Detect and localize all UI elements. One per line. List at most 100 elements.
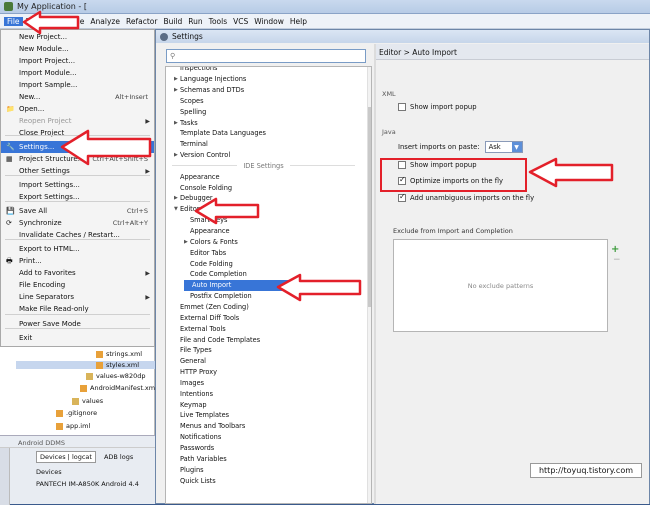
settings-tree-item[interactable]: HTTP Proxy <box>174 367 217 378</box>
menu-file[interactable]: File <box>4 16 23 26</box>
settings-tree-item[interactable]: General <box>174 356 206 367</box>
settings-tree-item[interactable]: Keymap <box>174 399 207 410</box>
file-icon <box>56 409 63 417</box>
device-row[interactable]: PANTECH IM-A850K Android 4.4 <box>0 478 155 490</box>
settings-tree-item[interactable]: Notifications <box>174 432 221 443</box>
file-menu-item-import-module[interactable]: Import Module... <box>1 67 154 79</box>
settings-tree-item[interactable]: ▶ Debugger <box>174 193 213 204</box>
settings-tree-item[interactable]: Smart Keys <box>184 215 227 226</box>
menu-help[interactable]: Help <box>287 17 310 26</box>
add-pattern-button[interactable]: + <box>611 244 619 255</box>
settings-tree-item[interactable]: File and Code Templates <box>174 334 260 345</box>
settings-tree-item[interactable]: Appearance <box>174 172 220 183</box>
file-menu-item-file-encoding[interactable]: File Encoding <box>1 279 154 291</box>
settings-tree-item[interactable]: Appearance <box>184 226 230 237</box>
exclude-patterns-list[interactable]: No exclude patterns <box>393 239 608 332</box>
menu-run[interactable]: Run <box>185 17 205 26</box>
file-menu-item-print[interactable]: 🖶 Print... <box>1 255 154 267</box>
menu-item-label: Power Save Mode <box>19 320 81 328</box>
file-menu-item-save-all[interactable]: 💾 Save All Ctrl+S <box>1 205 154 217</box>
file-menu-item-import-project[interactable]: Import Project... <box>1 55 154 67</box>
project-tree-item[interactable]: styles.xml <box>16 361 170 369</box>
tab-devices-logcat[interactable]: Devices | logcat <box>36 451 96 463</box>
settings-tree-item[interactable]: Code Completion <box>184 269 247 280</box>
menu-item-label: Other Settings <box>19 167 70 175</box>
settings-tree-item[interactable]: Menus and Toolbars <box>174 421 245 432</box>
tab-adb-logs[interactable]: ADB logs <box>104 453 133 461</box>
menu-build[interactable]: Build <box>160 17 185 26</box>
project-tree-item[interactable]: app.iml <box>56 422 90 430</box>
xml-show-popup-checkbox[interactable]: Show import popup <box>398 103 477 111</box>
settings-tree-item[interactable]: External Diff Tools <box>174 313 239 324</box>
settings-tree-item[interactable]: Console Folding <box>174 182 232 193</box>
menu-window[interactable]: Window <box>251 17 287 26</box>
settings-tree-item[interactable]: Postfix Completion <box>184 291 252 302</box>
file-menu-item-exit[interactable]: Exit <box>1 332 154 344</box>
settings-tree-scrollbar[interactable] <box>367 67 371 503</box>
file-menu-item-line-separators[interactable]: Line Separators ▶ <box>1 291 154 303</box>
file-menu-item-export-to-html[interactable]: Export to HTML... <box>1 243 154 255</box>
checkbox-box-checked[interactable] <box>398 192 406 202</box>
settings-tree-item[interactable]: ▼ Editor <box>174 204 200 215</box>
settings-tree-item[interactable]: Live Templates <box>174 410 229 421</box>
settings-tree-item[interactable]: Path Variables <box>174 454 227 465</box>
file-menu-item-open[interactable]: 📁 Open... <box>1 103 154 115</box>
file-menu-item-synchronize[interactable]: ⟳ Synchronize Ctrl+Alt+Y <box>1 217 154 229</box>
file-menu-item-new-project[interactable]: New Project... <box>1 31 154 43</box>
tree-item-label: styles.xml <box>106 361 140 369</box>
settings-search-input[interactable]: ⚲ <box>166 49 366 63</box>
project-tree-item[interactable]: .gitignore <box>56 409 97 417</box>
settings-tree-item[interactable]: ▶ Schemas and DTDs <box>174 85 244 96</box>
xml-section-label: XML <box>382 90 396 98</box>
settings-tree-item[interactable]: Inspections <box>174 67 218 74</box>
add-unambiguous-checkbox[interactable]: Add unambiguous imports on the fly <box>398 192 534 202</box>
settings-tree-item[interactable]: ▶ Colors & Fonts <box>184 237 238 248</box>
settings-tree-item[interactable]: Scopes <box>174 96 204 107</box>
settings-tree-item[interactable]: Quick Lists <box>174 475 216 486</box>
settings-tree-item[interactable]: Editor Tabs <box>184 247 226 258</box>
settings-tree-item[interactable]: Template Data Languages <box>174 128 266 139</box>
file-menu-item-new[interactable]: New... Alt+Insert <box>1 91 154 103</box>
settings-tree-item[interactable]: Code Folding <box>184 258 233 269</box>
file-menu-item-settings[interactable]: 🔧 Settings... Ctrl+Alt+S <box>1 141 154 153</box>
settings-tree-item[interactable]: External Tools <box>174 323 226 334</box>
settings-tree-item[interactable]: Terminal <box>174 139 208 150</box>
file-menu-item-import-settings[interactable]: Import Settings... <box>1 179 154 191</box>
menu-tools[interactable]: Tools <box>206 17 230 26</box>
file-menu-item-import-sample[interactable]: Import Sample... <box>1 79 154 91</box>
menu-code[interactable]: Code <box>62 17 87 26</box>
settings-tree-item[interactable]: Images <box>174 378 204 389</box>
menu-vcs[interactable]: VCS <box>230 17 251 26</box>
menu-separator <box>5 328 150 329</box>
menu-navigate[interactable]: Navigate <box>23 17 63 26</box>
menu-analyze[interactable]: Analyze <box>87 17 123 26</box>
settings-tree-item[interactable]: Spelling <box>174 106 206 117</box>
settings-tree-item[interactable]: ▶ Tasks <box>174 117 198 128</box>
settings-tree-item[interactable]: Passwords <box>174 443 214 454</box>
project-tree-item[interactable]: values-w820dp <box>86 372 145 380</box>
project-tree-item[interactable]: AndroidManifest.xml <box>80 384 157 392</box>
settings-tree-item[interactable]: Auto Import <box>184 280 296 291</box>
insert-on-paste-select[interactable]: Ask ▼ <box>484 141 523 153</box>
file-menu-item-reopen-project[interactable]: Reopen Project ▶ <box>1 115 154 127</box>
remove-pattern-button[interactable]: − <box>613 255 621 265</box>
window-title: My Application - [ <box>17 2 87 11</box>
settings-tree-item[interactable]: Emmet (Zen Coding) <box>174 302 249 313</box>
build-variants-sidebar[interactable] <box>0 448 10 505</box>
settings-tree-item[interactable]: ▶ Version Control <box>174 150 230 161</box>
menu-refactor[interactable]: Refactor <box>123 17 160 26</box>
file-menu-item-add-to-favorites[interactable]: Add to Favorites ▶ <box>1 267 154 279</box>
settings-tree-item[interactable]: ▶ Language Injections <box>174 74 246 85</box>
settings-icon <box>160 32 168 41</box>
file-menu-item-new-module[interactable]: New Module... <box>1 43 154 55</box>
tree-item-label: General <box>180 357 206 366</box>
file-menu-item-close-project[interactable]: Close Project <box>1 127 154 139</box>
settings-tree-item[interactable]: File Types <box>174 345 212 356</box>
project-tree-item[interactable]: values <box>72 397 103 405</box>
select-value: Ask <box>488 143 501 151</box>
project-tree-item[interactable]: strings.xml <box>96 350 142 358</box>
file-menu-item-project-structure[interactable]: ▦ Project Structure... Ctrl+Alt+Shift+S <box>1 153 154 165</box>
settings-tree-item[interactable]: Plugins <box>174 464 204 475</box>
checkbox-box[interactable] <box>398 103 406 111</box>
settings-tree-item[interactable]: Intentions <box>174 389 213 400</box>
